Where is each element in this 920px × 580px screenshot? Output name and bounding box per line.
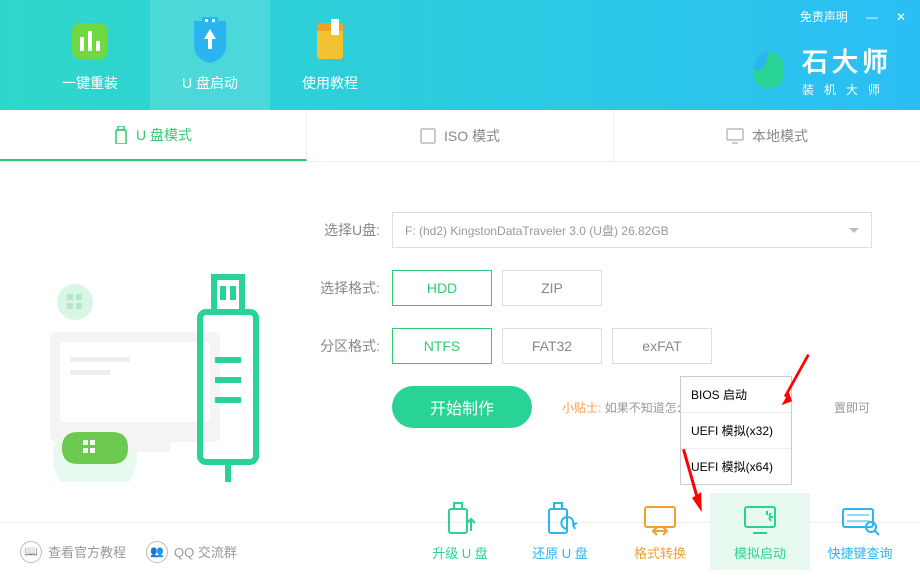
action-upgrade-usb[interactable]: 升级 U 盘 [410, 493, 510, 570]
action-label: 还原 U 盘 [532, 543, 588, 562]
partition-option-ntfs[interactable]: NTFS [392, 328, 492, 364]
action-label: 升级 U 盘 [432, 543, 488, 562]
nav-label: U 盘启动 [182, 73, 238, 93]
start-button[interactable]: 开始制作 [392, 386, 532, 428]
qq-group-link[interactable]: 👥 QQ 交流群 [146, 541, 237, 563]
partition-option-fat32[interactable]: FAT32 [502, 328, 602, 364]
usb-select[interactable]: F: (hd2) KingstonDataTraveler 3.0 (U盘) 2… [392, 212, 872, 248]
format-option-hdd[interactable]: HDD [392, 270, 492, 306]
action-label: 格式转换 [634, 543, 686, 562]
usb-icon [114, 126, 128, 144]
action-simulate-boot[interactable]: 模拟启动 [710, 493, 810, 570]
monitor-icon [726, 128, 744, 144]
close-button[interactable]: ✕ [896, 10, 906, 24]
book-circle-icon: 📖 [20, 541, 42, 563]
nav-tabs: 一键重装 U 盘启动 使用教程 [0, 0, 390, 110]
mode-tab-iso[interactable]: ISO 模式 [307, 110, 614, 161]
mode-tab-local[interactable]: 本地模式 [614, 110, 920, 161]
minimize-button[interactable]: — [866, 10, 878, 24]
logo-subtitle: 装机大师 [802, 81, 892, 98]
keyboard-search-icon [839, 501, 881, 537]
action-restore-usb[interactable]: 还原 U 盘 [510, 493, 610, 570]
format-option-zip[interactable]: ZIP [502, 270, 602, 306]
convert-icon [639, 501, 681, 537]
logo-icon [746, 47, 792, 93]
select-usb-label: 选择U盘: [300, 220, 380, 240]
restore-usb-icon [539, 501, 581, 537]
action-hotkey-lookup[interactable]: 快捷键查询 [810, 493, 910, 570]
nav-label: 使用教程 [302, 73, 358, 93]
book-icon [305, 17, 355, 65]
link-label: 查看官方教程 [48, 542, 126, 561]
partition-option-exfat[interactable]: exFAT [612, 328, 712, 364]
people-circle-icon: 👥 [146, 541, 168, 563]
popup-item-uefi32[interactable]: UEFI 模拟(x32) [681, 413, 791, 449]
nav-tab-tutorial[interactable]: 使用教程 [270, 0, 390, 110]
iso-icon [420, 128, 436, 144]
chart-icon [65, 17, 115, 65]
window-controls: 免责声明 — ✕ [800, 8, 906, 25]
link-label: QQ 交流群 [174, 542, 237, 561]
select-format-label: 选择格式: [300, 278, 380, 298]
top-bar: 一键重装 U 盘启动 使用教程 免责声明 — ✕ 石大师 装机大师 [0, 0, 920, 110]
bottom-bar: 📖 查看官方教程 👥 QQ 交流群 升级 U 盘 还原 U 盘 格式转换 模拟启… [0, 522, 920, 580]
disclaimer-link[interactable]: 免责声明 [800, 8, 848, 25]
form-area: 选择U盘: F: (hd2) KingstonDataTraveler 3.0 … [300, 162, 920, 522]
nav-tab-reinstall[interactable]: 一键重装 [30, 0, 150, 110]
bottom-actions: 升级 U 盘 还原 U 盘 格式转换 模拟启动 快捷键查询 [410, 493, 910, 570]
mode-label: ISO 模式 [444, 126, 500, 146]
nav-label: 一键重装 [62, 73, 118, 93]
logo-title: 石大师 [802, 42, 892, 79]
illustration [0, 162, 300, 522]
nav-tab-usb-boot[interactable]: U 盘启动 [150, 0, 270, 110]
logo: 石大师 装机大师 [746, 42, 892, 98]
mode-tabs: U 盘模式 ISO 模式 本地模式 [0, 110, 920, 162]
mode-tab-usb[interactable]: U 盘模式 [0, 110, 307, 161]
mode-label: 本地模式 [752, 126, 808, 146]
action-label: 模拟启动 [734, 543, 786, 562]
partition-label: 分区格式: [300, 336, 380, 356]
usb-select-value: F: (hd2) KingstonDataTraveler 3.0 (U盘) 2… [405, 222, 669, 239]
official-tutorial-link[interactable]: 📖 查看官方教程 [20, 541, 126, 563]
usb-shield-icon [185, 17, 235, 65]
action-label: 快捷键查询 [827, 543, 892, 562]
mode-label: U 盘模式 [136, 125, 192, 145]
upgrade-usb-icon [439, 501, 481, 537]
simulate-icon [739, 501, 781, 537]
